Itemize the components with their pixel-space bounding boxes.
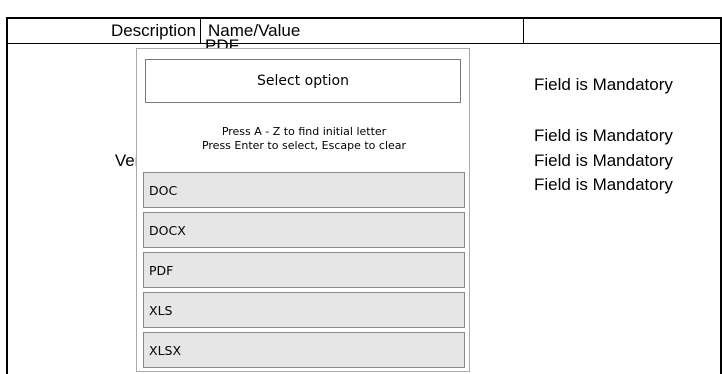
- header-separator-1: [200, 19, 201, 43]
- header-description: Description: [110, 21, 196, 40]
- header-separator-2: [523, 19, 524, 43]
- option-docx[interactable]: DOCX: [143, 212, 465, 248]
- row-status-language: Field is Mandatory: [534, 126, 673, 145]
- popup-title: Select option: [145, 59, 461, 103]
- popup-help-enter: Press Enter to select, Escape to clear: [201, 139, 407, 152]
- row-status-version-number: Field is Mandatory: [534, 151, 673, 170]
- row-status-file-type: Field is Mandatory: [534, 75, 673, 94]
- header-bottom-border: [6, 43, 722, 44]
- option-xlsx[interactable]: XLSX: [143, 332, 465, 368]
- table-top-border: [6, 17, 722, 19]
- option-doc[interactable]: DOC: [143, 172, 465, 208]
- option-xls[interactable]: XLS: [143, 292, 465, 328]
- file-type-value[interactable]: PDF: [205, 38, 239, 48]
- option-pdf[interactable]: PDF: [143, 252, 465, 288]
- popup-help-letter: Press A - Z to find initial letter: [221, 125, 387, 138]
- row-status-version: Field is Mandatory: [534, 175, 673, 194]
- table-left-border: [6, 17, 8, 374]
- select-option-popup[interactable]: Select option Press A - Z to find initia…: [136, 48, 470, 372]
